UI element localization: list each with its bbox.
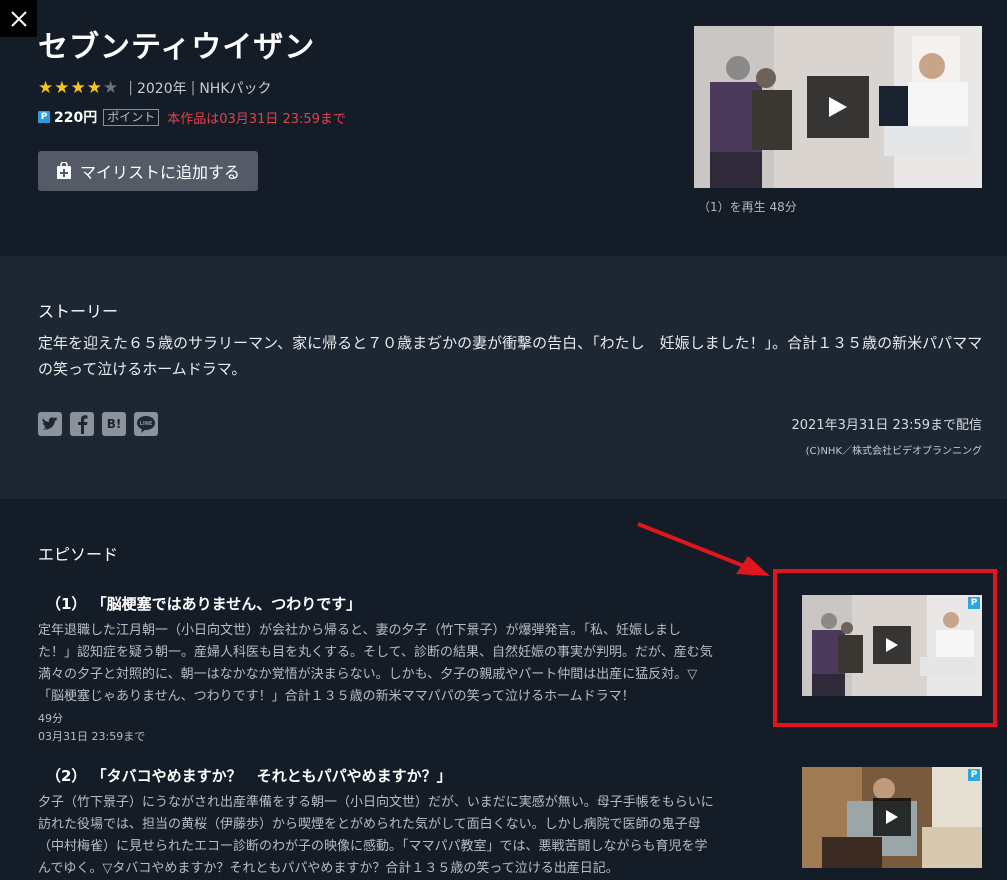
episode-number: （2）: [46, 767, 87, 785]
pack-name: NHKパック: [199, 81, 272, 97]
play-caption: （1）を再生 48分: [698, 200, 797, 214]
episode-description: 夕子（竹下景子）にうながされ出産準備をする朝一（小日向文世）だが、いまだに実感が…: [38, 792, 778, 880]
episodes-heading: エピソード: [38, 545, 119, 564]
premium-badge-icon: P: [968, 769, 980, 781]
story-text: 定年を迎えた６５歳のサラリーマン、家に帰ると７０歳まぢかの妻が衝撃の告白、「わた…: [38, 334, 983, 378]
separator: |: [190, 80, 196, 96]
episode-item[interactable]: （2） 「タバコやめますか？ それともパパやめますか？」 夕子（竹下景子）にうな…: [38, 765, 778, 880]
page-title: セブンティウイザン: [38, 30, 316, 65]
story-heading: ストーリー: [38, 302, 119, 321]
star-icon: ★: [38, 77, 54, 98]
episode-until: 03月31日 23:59まで: [38, 730, 146, 743]
episode-item[interactable]: （1） 「脳梗塞ではありません、つわりです」 定年退職した江月朝一（小日向文世）…: [38, 593, 778, 746]
share-bar: B! LINE: [38, 412, 158, 436]
deadline-notice: 本作品は03月31日 23:59まで: [167, 111, 346, 127]
hatena-icon[interactable]: B!: [102, 412, 126, 436]
episode-description-line: （中村梅雀）に見せられたエコー診断のわが子の映像に感動。「ママパパ教室」では、悪…: [38, 839, 708, 854]
episode-2-thumbnail[interactable]: P: [802, 767, 982, 868]
episode-duration: 49分: [38, 712, 63, 725]
episode-description-line: んでゆく。▽タバコやめますか？それともパパやめますか？合計１３５歳の笑って泣ける…: [38, 861, 619, 876]
episode-description-line: 「脳梗塞じゃありません、つわりです！」合計１３５歳の新米ママパパの笑って泣けるホ…: [38, 689, 635, 704]
separator: |: [128, 80, 133, 96]
episode-description-line: 訪れた役場では、担当の黄桜（伊藤歩）から喫煙をとがめられた気がして面白くない。し…: [38, 817, 701, 832]
main-video-thumbnail[interactable]: [694, 26, 982, 188]
star-icon: ★: [70, 77, 86, 98]
episode-number: （1）: [46, 595, 87, 613]
star-icon: ★: [86, 77, 102, 98]
star-rating: ★ ★ ★ ★ ★: [38, 77, 119, 98]
point-tag: ポイント: [103, 108, 160, 126]
play-button[interactable]: [807, 76, 869, 138]
price: 220円: [54, 110, 98, 126]
add-to-mylist-label: マイリストに追加する: [79, 163, 240, 182]
copyright: (C)NHK／株式会社ビデオプランニング: [805, 446, 982, 457]
svg-text:LINE: LINE: [140, 421, 153, 427]
episode-meta: 49分 03月31日 23:59まで: [38, 710, 778, 746]
hero-section: セブンティウイザン ★ ★ ★ ★ ★ | 2020年 | NHKパック P 2…: [0, 0, 1007, 256]
arrow-annotation-icon: [637, 522, 770, 576]
episode-description-line: 夕子（竹下景子）にうながされ出産準備をする朝一（小日向文世）だが、いまだに実感が…: [38, 795, 714, 810]
episode-description: 定年退職した江月朝一（小日向文世）が会社から帰ると、妻の夕子（竹下景子）が爆弾発…: [38, 620, 778, 708]
twitter-icon[interactable]: [38, 412, 62, 436]
close-button[interactable]: [0, 0, 37, 37]
episode-title-text: 「脳梗塞ではありません、つわりです」: [91, 595, 362, 613]
star-icon: ★: [103, 77, 119, 98]
story-section: ストーリー 定年を迎えた６５歳のサラリーマン、家に帰ると７０歳まぢかの妻が衝撃の…: [0, 256, 1007, 499]
point-badge-icon: P: [38, 111, 50, 123]
play-icon: [829, 97, 847, 117]
play-button[interactable]: [873, 798, 911, 836]
price-row: P 220円 ポイント 本作品は03月31日 23:59まで: [38, 107, 346, 127]
play-icon: [886, 810, 898, 824]
release-year: 2020年: [136, 81, 187, 97]
facebook-icon[interactable]: [70, 412, 94, 436]
episode-description-line: た！」認知症を疑う朝一。産婦人科医も目を丸くする。そして、診断の結果、自然妊娠の…: [38, 645, 713, 660]
episode-title[interactable]: （2） 「タバコやめますか？ それともパパやめますか？」: [46, 765, 778, 786]
rating-row: ★ ★ ★ ★ ★ | 2020年 | NHKパック: [38, 78, 272, 98]
mylist-plus-icon: [56, 162, 71, 179]
star-icon: ★: [54, 77, 70, 98]
episode-title[interactable]: （1） 「脳梗塞ではありません、つわりです」: [46, 593, 778, 614]
highlight-box: [773, 569, 997, 727]
close-icon: [10, 10, 27, 27]
episode-title-text: 「タバコやめますか？ それともパパやめますか？」: [91, 767, 452, 785]
add-to-mylist-button[interactable]: マイリストに追加する: [38, 151, 258, 191]
episode-description-line: 満々の夕子と対照的に、朝一はなかなか覚悟が決まらない。しかも、夕子の親戚やパート…: [38, 667, 698, 682]
line-icon[interactable]: LINE: [134, 412, 158, 436]
episode-description-line: 定年退職した江月朝一（小日向文世）が会社から帰ると、妻の夕子（竹下景子）が爆弾発…: [38, 623, 681, 638]
availability-date: 2021年3月31日 23:59まで配信: [791, 418, 983, 433]
